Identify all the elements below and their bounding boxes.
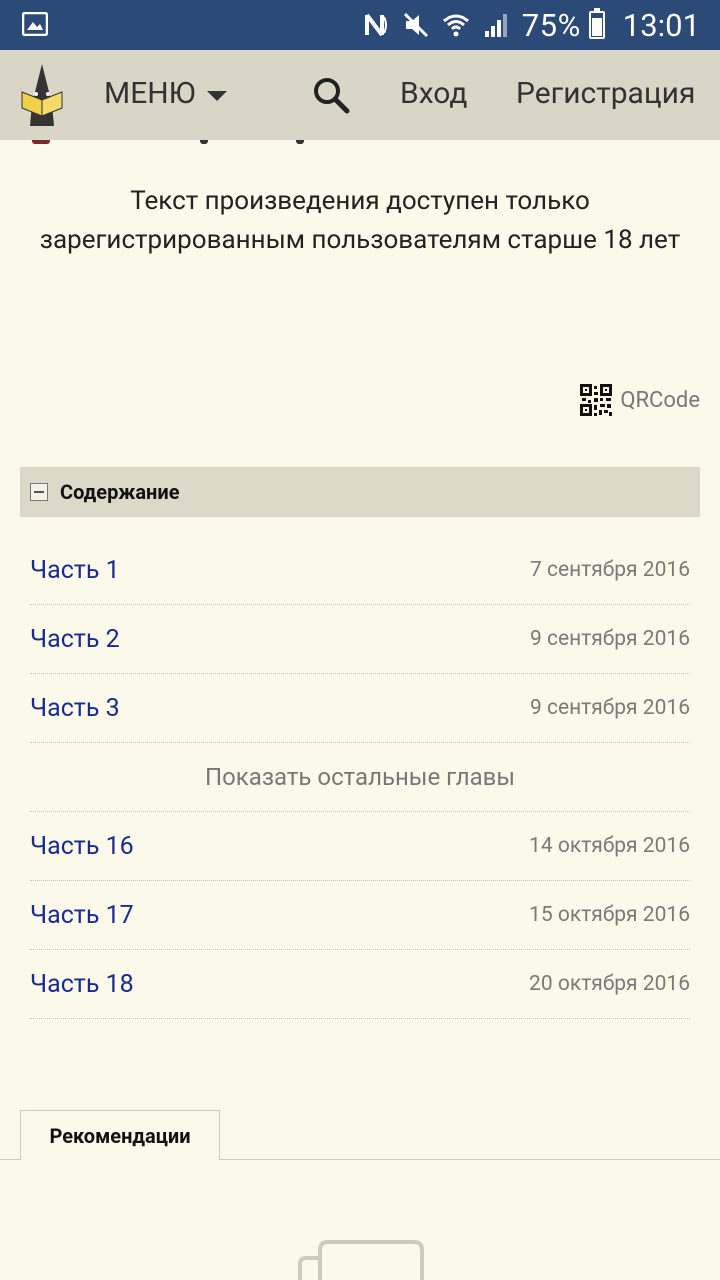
toc-row[interactable]: Часть 2 9 сентября 2016 (30, 605, 690, 674)
tab-recommendations[interactable]: Рекомендации (20, 1110, 220, 1160)
signal-icon (484, 14, 507, 37)
toc-header[interactable]: Содержание (20, 467, 700, 517)
status-bar: 75% 13:01 (0, 0, 720, 50)
chapter-date: 7 сентября 2016 (529, 558, 690, 582)
menu-button[interactable]: МЕНЮ (104, 76, 228, 111)
chapter-link[interactable]: Часть 3 (30, 694, 120, 723)
chapter-link[interactable]: Часть 16 (30, 832, 134, 861)
qrcode-icon (580, 384, 613, 416)
mute-icon (403, 12, 428, 38)
qrcode-label: QRCode (620, 387, 700, 413)
clock: 13:01 (622, 6, 700, 44)
chat-bubble-icon (298, 1240, 424, 1280)
wifi-icon (442, 14, 469, 37)
chapter-link[interactable]: Часть 2 (30, 625, 120, 654)
register-link[interactable]: Регистрация (516, 76, 695, 111)
chapter-date: 9 сентября 2016 (529, 627, 690, 651)
login-link[interactable]: Вход (400, 76, 467, 111)
gallery-icon (22, 12, 48, 36)
chapter-date: 15 октября 2016 (529, 903, 690, 927)
toc-title: Содержание (60, 480, 180, 504)
search-icon[interactable] (312, 76, 350, 114)
app-header: МЕНЮ Вход Регистрация (0, 50, 720, 140)
toc-list: Часть 1 7 сентября 2016 Часть 2 9 сентяб… (30, 536, 690, 1019)
chapter-link[interactable]: Часть 18 (30, 970, 134, 999)
toc-row[interactable]: Часть 1 7 сентября 2016 (30, 536, 690, 605)
battery-percent: 75% (521, 6, 581, 44)
chapter-date: 14 октября 2016 (529, 834, 690, 858)
chapter-date: 9 сентября 2016 (529, 696, 690, 720)
nfc-icon (364, 13, 387, 37)
qrcode-link[interactable]: QRCode (580, 384, 700, 416)
show-more-chapters-button[interactable]: Показать остальные главы (30, 743, 690, 812)
toc-row[interactable]: Часть 18 20 октября 2016 (30, 950, 690, 1019)
collapse-icon[interactable] (30, 483, 48, 501)
chevron-down-icon (207, 90, 228, 101)
scrolled-content-edge (0, 140, 720, 148)
chapter-link[interactable]: Часть 1 (30, 556, 120, 585)
chapter-link[interactable]: Часть 17 (30, 901, 134, 930)
chapter-date: 20 октября 2016 (529, 972, 690, 996)
battery-icon (588, 8, 605, 39)
logo-icon[interactable] (18, 64, 66, 130)
menu-label: МЕНЮ (104, 76, 196, 111)
toc-row[interactable]: Часть 3 9 сентября 2016 (30, 674, 690, 743)
toc-row[interactable]: Часть 17 15 октября 2016 (30, 881, 690, 950)
age-restriction-notice: Текст произведения доступен только зарег… (39, 186, 681, 255)
show-more-label: Показать остальные главы (204, 763, 516, 791)
toc-row[interactable]: Часть 16 14 октября 2016 (30, 812, 690, 881)
